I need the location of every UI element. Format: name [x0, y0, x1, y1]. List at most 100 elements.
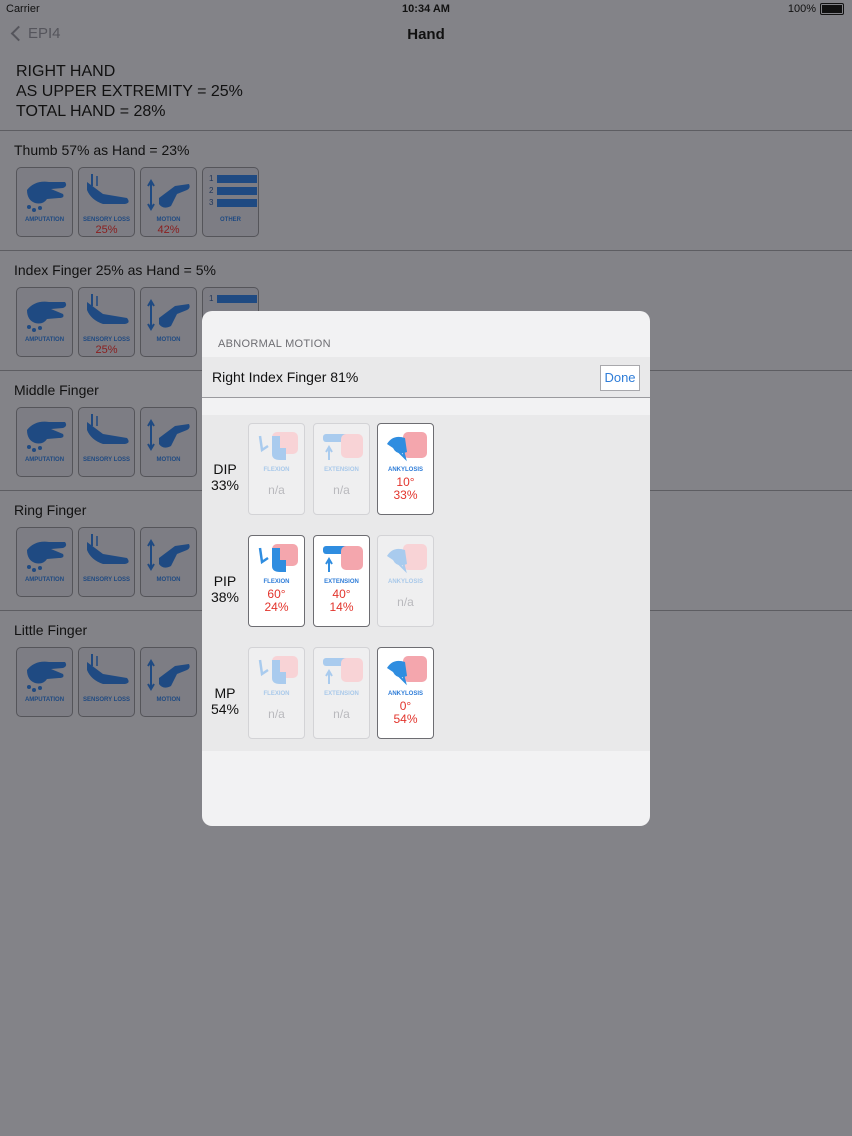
- sensory-loss-tile[interactable]: SENSORY LOSS: [78, 407, 135, 477]
- joint-label-mp: MP 54%: [202, 685, 248, 717]
- motion-tile[interactable]: MOTION: [140, 647, 197, 717]
- tile-label: MOTION: [156, 457, 181, 463]
- joint-percent: 38%: [210, 589, 240, 605]
- sensory-loss-tile[interactable]: SENSORY LOSS: [78, 527, 135, 597]
- motion-tile[interactable]: MOTION: [140, 527, 197, 597]
- motion-type-label: ANKYLOSIS: [387, 467, 423, 473]
- mp-ankylosis-tile[interactable]: ANKYLOSIS 0° 54%: [377, 647, 434, 739]
- not-applicable-text: n/a: [268, 707, 285, 721]
- motion-impairment: 24%: [264, 600, 289, 614]
- motion-type-label: ANKYLOSIS: [387, 691, 423, 697]
- dip-ankylosis-tile[interactable]: ANKYLOSIS 10° 33%: [377, 423, 434, 515]
- dip-extension-tile[interactable]: EXTENSION n/a: [313, 423, 370, 515]
- motion-values: 0° 54%: [378, 700, 433, 726]
- tile-value: 25%: [95, 344, 118, 356]
- tile-value: 42%: [157, 224, 180, 236]
- motion-values: 40° 14%: [314, 588, 369, 614]
- pip-flexion-tile[interactable]: FLEXION 60° 24%: [248, 535, 305, 627]
- not-applicable-text: n/a: [333, 707, 350, 721]
- motion-impairment: 33%: [393, 488, 418, 502]
- joint-name: PIP: [213, 573, 237, 589]
- done-button[interactable]: Done: [600, 365, 640, 391]
- tile-label: SENSORY LOSS: [82, 697, 130, 703]
- motion-tile[interactable]: MOTION: [140, 287, 197, 357]
- section-divider: [0, 130, 852, 131]
- dip-flexion-tile[interactable]: FLEXION n/a: [248, 423, 305, 515]
- tile-label: AMPUTATION: [24, 217, 65, 223]
- motion-tile[interactable]: MOTION 42%: [140, 167, 197, 237]
- joint-motion-grid: DIP 33% FLEXION n/a EXTENSION n/a ANKYLOSIS 10°…: [202, 415, 650, 751]
- motion-tile[interactable]: MOTION: [140, 407, 197, 477]
- motion-type-label: EXTENSION: [324, 691, 359, 697]
- list-icon: 1 2 3: [209, 174, 257, 210]
- tile-label: SENSORY LOSS: [82, 337, 130, 343]
- popover-finger-row: Right Index Finger 81% Done: [202, 357, 650, 398]
- finger-impairment-tiles: AMPUTATION SENSORY LOSS MOTION: [16, 407, 197, 477]
- sensory-loss-tile[interactable]: SENSORY LOSS: [78, 647, 135, 717]
- list-icon: 1: [209, 294, 257, 306]
- finger-section-title: Index Finger 25% as Hand = 5%: [14, 262, 216, 278]
- mp-flexion-tile[interactable]: FLEXION n/a: [248, 647, 305, 739]
- amputation-tile[interactable]: AMPUTATION: [16, 647, 73, 717]
- motion-impairment: 54%: [393, 712, 418, 726]
- tile-label: SENSORY LOSS: [82, 457, 130, 463]
- tile-label: OTHER: [220, 217, 241, 223]
- finger-impairment-tiles: AMPUTATION SENSORY LOSS 25% MOTION 42% 1 2 3 OTH…: [16, 167, 259, 237]
- tile-label: MOTION: [156, 697, 181, 703]
- finger-impairment-tiles: AMPUTATION SENSORY LOSS MOTION: [16, 647, 197, 717]
- finger-section-title: Ring Finger: [14, 502, 87, 518]
- tile-label: AMPUTATION: [24, 457, 65, 463]
- pip-extension-tile[interactable]: EXTENSION 40° 14%: [313, 535, 370, 627]
- amputation-tile[interactable]: AMPUTATION: [16, 167, 73, 237]
- status-bar: Carrier 10:34 AM 100%: [0, 0, 852, 18]
- hand-summary: RIGHT HAND AS UPPER EXTREMITY = 25% TOTA…: [16, 62, 243, 122]
- not-applicable-text: n/a: [268, 483, 285, 497]
- popover-header: ABNORMAL MOTION: [218, 338, 331, 350]
- tile-label: AMPUTATION: [24, 697, 65, 703]
- pip-ankylosis-tile[interactable]: ANKYLOSIS n/a: [377, 535, 434, 627]
- joint-name: DIP: [213, 461, 237, 477]
- motion-type-label: EXTENSION: [324, 467, 359, 473]
- other-tile[interactable]: 1 2 3 OTHER: [202, 167, 259, 237]
- finger-impairment-tiles: AMPUTATION SENSORY LOSS MOTION: [16, 527, 197, 597]
- sensory-loss-tile[interactable]: SENSORY LOSS 25%: [78, 287, 135, 357]
- motion-values: 60° 24%: [249, 588, 304, 614]
- tile-label: MOTION: [156, 577, 181, 583]
- joint-label-pip: PIP 38%: [202, 573, 248, 605]
- finger-section-title: Thumb 57% as Hand = 23%: [14, 142, 190, 158]
- motion-type-label: ANKYLOSIS: [387, 579, 423, 585]
- page-title: Hand: [407, 26, 445, 43]
- tile-label: AMPUTATION: [24, 337, 65, 343]
- motion-type-label: FLEXION: [263, 467, 290, 473]
- mp-extension-tile[interactable]: EXTENSION n/a: [313, 647, 370, 739]
- battery-indicator: 100%: [788, 3, 844, 15]
- tile-label: SENSORY LOSS: [82, 577, 130, 583]
- battery-percent: 100%: [787, 3, 816, 15]
- tile-label: MOTION: [156, 337, 181, 343]
- motion-impairment: 14%: [329, 600, 354, 614]
- amputation-tile[interactable]: AMPUTATION: [16, 527, 73, 597]
- finger-motion-summary: Right Index Finger 81%: [212, 369, 359, 385]
- finger-section-title: Middle Finger: [14, 382, 99, 398]
- tile-label: AMPUTATION: [24, 577, 65, 583]
- list-number: 1: [209, 174, 214, 183]
- tile-label: MOTION: [156, 217, 181, 223]
- joint-percent: 54%: [210, 701, 240, 717]
- summary-line-side: RIGHT HAND: [16, 63, 116, 80]
- joint-name: MP: [214, 685, 236, 701]
- joint-label-dip: DIP 33%: [202, 461, 248, 493]
- amputation-tile[interactable]: AMPUTATION: [16, 407, 73, 477]
- amputation-tile[interactable]: AMPUTATION: [16, 287, 73, 357]
- abnormal-motion-popover: ABNORMAL MOTION Right Index Finger 81% D…: [202, 311, 650, 826]
- sensory-loss-tile[interactable]: SENSORY LOSS 25%: [78, 167, 135, 237]
- not-applicable-text: n/a: [397, 595, 414, 609]
- tile-value: 25%: [95, 224, 118, 236]
- list-number: 2: [209, 186, 214, 195]
- navigation-bar: EPI4 Hand: [0, 18, 852, 52]
- battery-icon: [820, 3, 844, 15]
- section-divider: [0, 250, 852, 251]
- summary-line-total-hand: TOTAL HAND = 28%: [16, 103, 166, 120]
- joint-percent: 33%: [210, 477, 240, 493]
- motion-type-label: EXTENSION: [324, 579, 359, 585]
- summary-line-upper-extremity: AS UPPER EXTREMITY = 25%: [16, 83, 243, 100]
